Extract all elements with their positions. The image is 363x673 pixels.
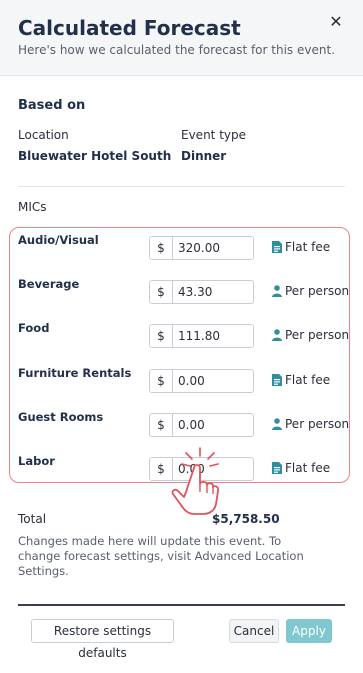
fee-type-label: Per person [285, 328, 350, 342]
total-value: $5,758.50 [212, 512, 280, 526]
forecast-note: Changes made here will update this event… [18, 534, 304, 578]
mic-amount-field-food[interactable]: $ [149, 324, 254, 348]
apply-button[interactable]: Apply [286, 619, 332, 643]
mic-amount-input-food[interactable] [173, 325, 251, 347]
location-label: Location [18, 128, 69, 142]
location-value: Bluewater Hotel South [18, 149, 172, 163]
close-icon[interactable]: ✕ [328, 14, 344, 30]
total-label: Total [18, 512, 47, 526]
divider [18, 186, 345, 187]
dialog-title: Calculated Forecast [18, 16, 241, 40]
fee-type-label: Flat fee [285, 240, 331, 254]
mic-amount-field-guest-rooms[interactable]: $ [149, 413, 254, 437]
mic-label-audio-visual: Audio/Visual [18, 233, 99, 247]
mic-label-guest-rooms: Guest Rooms [18, 410, 104, 424]
mic-amount-input-audio-visual[interactable] [173, 237, 251, 259]
mic-row: Furniture Rentals $ Flat fee [0, 366, 363, 393]
fee-type-label: Flat fee [285, 373, 331, 387]
based-on-heading: Based on [18, 98, 86, 113]
currency-symbol: $ [150, 237, 173, 259]
currency-symbol: $ [150, 325, 173, 347]
mic-amount-input-guest-rooms[interactable] [173, 414, 251, 436]
mic-label-food: Food [18, 321, 50, 335]
event-type-value: Dinner [181, 149, 227, 163]
mic-label-beverage: Beverage [18, 277, 80, 291]
hand-pointer-icon [171, 447, 220, 515]
mic-row: Guest Rooms $ Per person [0, 410, 363, 437]
mic-row: Food $ Per person [0, 321, 363, 348]
mic-amount-input-furniture-rentals[interactable] [173, 370, 251, 392]
mic-label-furniture-rentals: Furniture Rentals [18, 366, 132, 380]
cancel-button[interactable]: Cancel [229, 619, 279, 643]
mics-heading: MICs [18, 200, 47, 214]
mic-label-labor: Labor [18, 454, 55, 468]
mic-row: Beverage $ Per person [0, 277, 363, 304]
mic-amount-field-beverage[interactable]: $ [149, 280, 254, 304]
currency-symbol: $ [150, 370, 173, 392]
fee-type-label: Flat fee [285, 461, 331, 475]
fee-type-label: Per person [285, 284, 350, 298]
mic-amount-field-audio-visual[interactable]: $ [149, 236, 254, 260]
dialog-subtitle: Here's how we calculated the forecast fo… [18, 43, 335, 57]
currency-symbol: $ [150, 414, 173, 436]
mic-amount-input-beverage[interactable] [173, 281, 251, 303]
mic-amount-field-furniture-rentals[interactable]: $ [149, 369, 254, 393]
dialog-header: Calculated Forecast Here's how we calcul… [0, 0, 363, 76]
event-type-label: Event type [181, 128, 246, 142]
mic-row: Audio/Visual $ Flat fee [0, 233, 363, 260]
restore-defaults-button[interactable]: Restore settings defaults [31, 619, 174, 660]
footer-divider [18, 604, 345, 606]
currency-symbol: $ [150, 281, 173, 303]
mics-highlight-box [9, 227, 350, 483]
fee-type-label: Per person [285, 417, 350, 431]
